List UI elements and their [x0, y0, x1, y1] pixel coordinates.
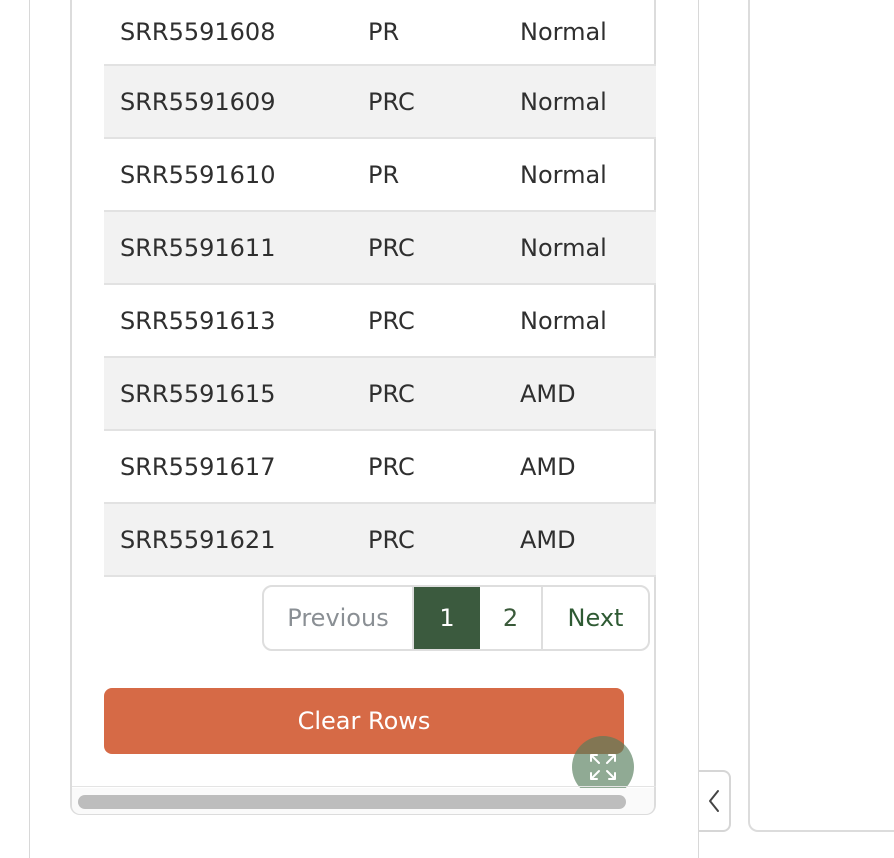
cell-run-id: SRR5591609 [120, 87, 276, 116]
chevron-left-icon [709, 790, 719, 812]
horizontal-scrollbar-thumb[interactable] [78, 795, 626, 809]
scrollbar-divider [72, 786, 656, 787]
cell-status: Normal [520, 87, 607, 116]
table-row[interactable]: SRR5591611 PRC Normal [104, 212, 656, 285]
table-row[interactable]: SRR5591610 PR Normal [104, 139, 656, 212]
right-divider [698, 0, 699, 858]
table-row[interactable]: SRR5591621 PRC AMD [104, 504, 656, 577]
cell-type: PR [368, 160, 400, 189]
cell-status: Normal [520, 233, 607, 262]
cell-run-id: SRR5591613 [120, 306, 276, 335]
cell-type: PRC [368, 525, 415, 554]
cell-status: Normal [520, 306, 607, 335]
cell-type: PRC [368, 306, 415, 335]
cell-type: PRC [368, 452, 415, 481]
cell-status: Normal [520, 18, 607, 46]
cell-type: PRC [368, 379, 415, 408]
left-divider [29, 0, 30, 858]
table-row[interactable]: SRR5591617 PRC AMD [104, 431, 656, 504]
cell-run-id: SRR5591621 [120, 525, 276, 554]
cell-run-id: SRR5591608 [120, 18, 276, 46]
expand-icon [590, 754, 616, 780]
cell-run-id: SRR5591615 [120, 379, 276, 408]
cell-run-id: SRR5591610 [120, 160, 276, 189]
table-row[interactable]: SRR5591608 PR Normal [104, 0, 656, 66]
cell-run-id: SRR5591617 [120, 452, 276, 481]
page: SRR5591608 PR Normal SRR5591609 PRC Norm… [0, 0, 894, 858]
page-1-button[interactable]: 1 [414, 587, 480, 649]
cell-status: AMD [520, 525, 576, 554]
pagination: Previous 1 2 Next [262, 585, 650, 651]
table-row[interactable]: SRR5591613 PRC Normal [104, 285, 656, 358]
samples-table: SRR5591608 PR Normal SRR5591609 PRC Norm… [104, 0, 656, 577]
side-panel [748, 0, 894, 832]
cell-type: PRC [368, 87, 415, 116]
page-2-button[interactable]: 2 [480, 587, 543, 649]
cell-run-id: SRR5591611 [120, 233, 276, 262]
cell-status: AMD [520, 379, 576, 408]
cell-status: AMD [520, 452, 576, 481]
next-page-button[interactable]: Next [543, 587, 648, 649]
collapse-panel-button[interactable] [699, 770, 731, 832]
previous-page-button[interactable]: Previous [264, 587, 414, 649]
table-row[interactable]: SRR5591609 PRC Normal [104, 66, 656, 139]
table-row[interactable]: SRR5591615 PRC AMD [104, 358, 656, 431]
cell-type: PR [368, 18, 400, 46]
cell-status: Normal [520, 160, 607, 189]
clear-rows-button[interactable]: Clear Rows [104, 688, 624, 754]
cell-type: PRC [368, 233, 415, 262]
